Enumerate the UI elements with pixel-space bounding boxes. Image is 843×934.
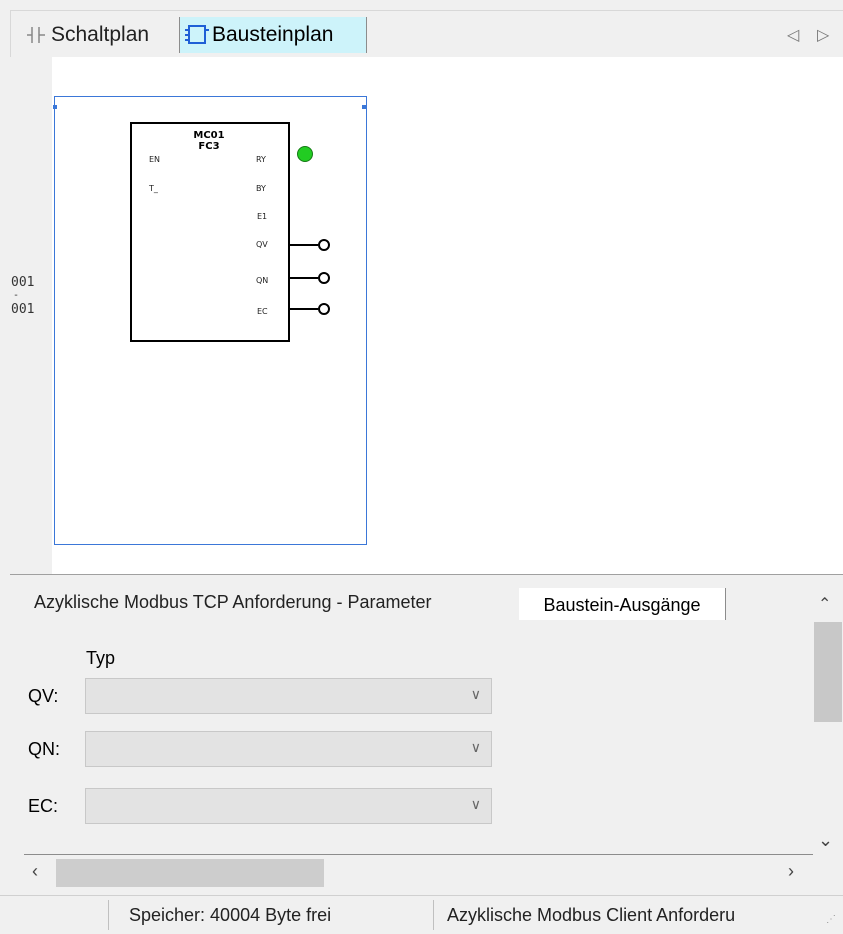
- scroll-tabs-left-icon[interactable]: ◁: [787, 25, 799, 45]
- label-qv: QV:: [28, 686, 59, 706]
- scroll-tabs-right-icon[interactable]: ▷: [817, 25, 829, 45]
- input-pin-en: EN: [149, 155, 161, 164]
- wire-qv: [288, 244, 318, 246]
- chevron-down-icon: ∨: [470, 686, 481, 702]
- typ-select-ec[interactable]: ∨: [85, 788, 492, 824]
- tab-bausteinplan-label: Bausteinplan: [212, 23, 334, 46]
- status-divider: [108, 900, 109, 930]
- tab-bausteinplan[interactable]: Bausteinplan: [179, 17, 367, 53]
- status-led: [297, 146, 313, 162]
- wire-qn: [288, 277, 318, 279]
- chevron-down-icon: ∨: [470, 739, 481, 755]
- chevron-up-icon[interactable]: ⌃: [818, 594, 831, 614]
- vertical-scroll-thumb[interactable]: [814, 622, 842, 722]
- status-context: Azyklische Modbus Client Anforderu: [447, 905, 736, 925]
- input-pin-t: T_: [149, 184, 158, 193]
- output-pin-by: BY: [256, 184, 266, 193]
- function-block-type: FC3: [198, 141, 220, 152]
- rung-corner-marker: [362, 105, 366, 109]
- tab-schaltplan[interactable]: Schaltplan: [25, 17, 183, 53]
- function-block[interactable]: MC01 FC3 EN T_ RY BY E1 QV QN EC: [130, 122, 290, 342]
- rung-corner-marker: [53, 105, 57, 109]
- row-number-end: 001: [11, 302, 35, 317]
- output-pin-e1: E1: [257, 212, 268, 221]
- label-qn: QN:: [28, 739, 61, 759]
- ladder-icon: [25, 24, 47, 46]
- chevron-left-icon[interactable]: ‹: [32, 861, 38, 882]
- output-pin-ry: RY: [256, 155, 266, 164]
- wire-ec: [288, 308, 318, 310]
- chevron-right-icon[interactable]: ›: [788, 861, 794, 882]
- output-pin-qv: QV: [256, 240, 268, 249]
- output-pin-ec: EC: [257, 307, 268, 316]
- row-number-separator: -: [13, 290, 20, 301]
- chevron-down-icon: ∨: [470, 796, 481, 812]
- editor-tab-bar: Schaltplan Bausteinplan ◁ ▷: [10, 10, 843, 57]
- chevron-down-icon[interactable]: ⌄: [818, 830, 833, 851]
- typ-select-qn[interactable]: ∨: [85, 731, 492, 767]
- tab-schaltplan-label: Schaltplan: [51, 23, 150, 46]
- function-block-name: MC01: [193, 130, 225, 141]
- status-bar: Speicher: 40004 Byte frei Azyklische Mod…: [0, 895, 843, 934]
- resize-grip-icon[interactable]: ⋰: [826, 914, 836, 925]
- output-pin-qn: QN: [256, 276, 269, 285]
- typ-select-qv[interactable]: ∨: [85, 678, 492, 714]
- connector-ec[interactable]: [318, 303, 330, 315]
- tab-baustein-ausgaenge[interactable]: Baustein-Ausgänge: [519, 588, 726, 622]
- column-header-typ: Typ: [86, 648, 116, 668]
- row-number-start: 001: [11, 275, 35, 290]
- tab-parameter[interactable]: Azyklische Modbus TCP Anforderung - Para…: [34, 592, 432, 613]
- status-divider: [433, 900, 434, 930]
- connector-qn[interactable]: [318, 272, 330, 284]
- label-ec: EC:: [28, 796, 59, 816]
- connector-qv[interactable]: [318, 239, 330, 251]
- horizontal-scroll-thumb[interactable]: [56, 859, 324, 887]
- status-memory: Speicher: 40004 Byte frei: [129, 905, 332, 925]
- function-block-icon: [184, 23, 210, 47]
